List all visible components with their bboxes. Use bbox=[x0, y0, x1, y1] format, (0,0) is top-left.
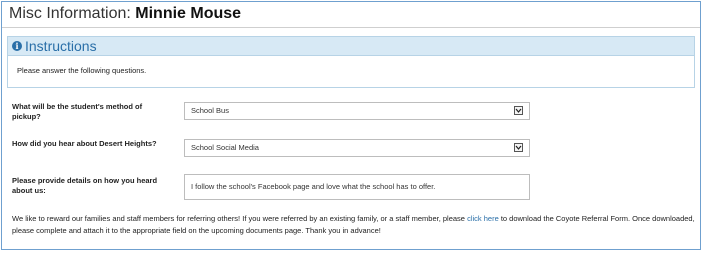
referral-text-before: We like to reward our families and staff… bbox=[12, 214, 468, 223]
heard-about-label: How did you hear about Desert Heights? bbox=[12, 139, 157, 148]
page-title-prefix: Misc Information: bbox=[9, 5, 136, 22]
referral-text: We like to reward our families and staff… bbox=[12, 213, 702, 237]
instructions-heading: Instructions bbox=[25, 38, 97, 54]
instructions-box: i Instructions Please answer the followi… bbox=[7, 36, 695, 88]
chevron-down-icon[interactable] bbox=[514, 106, 523, 115]
referral-form-link[interactable]: click here bbox=[467, 214, 499, 223]
heard-about-value: School Social Media bbox=[191, 143, 259, 152]
info-circle-icon: i bbox=[12, 41, 22, 51]
heard-about-select[interactable]: School Social Media bbox=[184, 139, 530, 157]
pickup-method-label: What will be the student's method of pic… bbox=[12, 102, 143, 121]
student-name: Minnie Mouse bbox=[135, 5, 242, 22]
heard-details-input[interactable]: I follow the school's Facebook page and … bbox=[184, 174, 530, 200]
pickup-method-select[interactable]: School Bus bbox=[184, 102, 530, 120]
page-title: Misc Information: Minnie Mouse bbox=[2, 2, 700, 28]
chevron-down-icon[interactable] bbox=[514, 143, 523, 152]
misc-information-panel: Misc Information: Minnie Mouse i Instruc… bbox=[1, 1, 701, 250]
heard-details-label: Please provide details on how you heard … bbox=[12, 176, 158, 195]
instructions-text: Please answer the following questions. bbox=[17, 66, 147, 75]
instructions-header: i Instructions bbox=[8, 37, 694, 56]
pickup-method-value: School Bus bbox=[191, 106, 229, 115]
